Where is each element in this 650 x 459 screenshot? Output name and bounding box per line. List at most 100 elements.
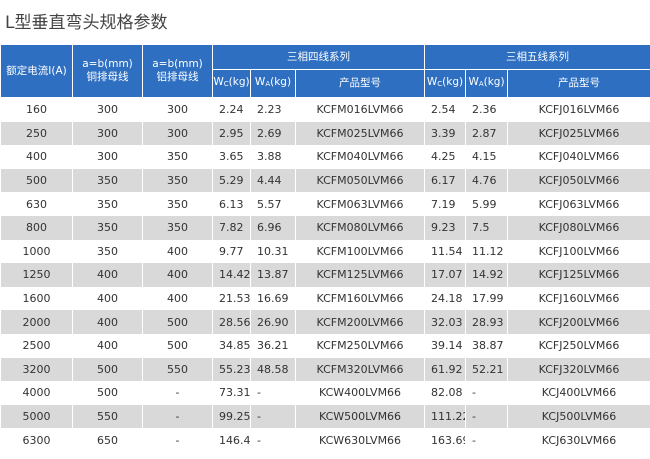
cell-wc-four: 2.24 xyxy=(212,97,251,122)
table-row: 250 300 300 2.95 2.69 KCFM025LVM66 3.39 2.87 KCF… xyxy=(0,121,650,146)
cell-copper: 400 xyxy=(72,333,143,358)
cell-wa-four: 6.96 xyxy=(250,215,296,240)
cell-wa-four: - xyxy=(250,404,296,429)
cell-aluminum: 550 xyxy=(142,357,213,382)
cell-aluminum: 350 xyxy=(142,168,213,193)
header-model-five: 产品型号 xyxy=(507,69,650,98)
cell-wa-five: 7.5 xyxy=(465,215,509,240)
cell-model-five: KCFJ320LVM66 xyxy=(507,357,650,382)
table-row: 800 350 350 7.82 6.96 KCFM080LVM66 9.23 7.5 KCFJ… xyxy=(0,215,650,240)
cell-wc-five: 32.03 xyxy=(424,310,467,334)
cell-model-five: KCJ500LVM66 xyxy=(507,404,650,429)
cell-model-four: KCW500LVM66 xyxy=(294,404,426,429)
header-copper-line1: a=b(mm) xyxy=(82,58,133,70)
cell-aluminum: 400 xyxy=(142,286,213,311)
cell-wc-four: 28.56 xyxy=(212,310,251,334)
cell-wc-five: 82.08 xyxy=(424,381,467,405)
cell-current: 160 xyxy=(0,97,73,122)
cell-model-four: KCW630LVM66 xyxy=(294,428,426,452)
cell-aluminum: 500 xyxy=(142,310,213,334)
cell-model-four: KCFM160LVM66 xyxy=(294,286,426,311)
cell-wc-four: 73.31 xyxy=(212,381,251,405)
cell-aluminum: - xyxy=(142,381,213,405)
cell-current: 1000 xyxy=(0,239,73,264)
cell-current: 2000 xyxy=(0,310,73,334)
table-row: 160 300 300 2.24 2.23 KCFM016LVM66 2.54 2.36 KCF… xyxy=(0,97,650,122)
cell-aluminum: 400 xyxy=(142,239,213,264)
cell-copper: 350 xyxy=(72,192,143,216)
table-row: 3200 500 550 55.23 48.58 KCFM320LVM66 61.92 52.… xyxy=(0,357,650,382)
cell-model-four: KCFM100LVM66 xyxy=(294,239,426,264)
cell-current: 630 xyxy=(0,192,73,216)
header-alum-line2: 铝排母线 xyxy=(156,71,199,83)
cell-copper: 350 xyxy=(72,239,143,264)
cell-model-four: KCFM016LVM66 xyxy=(294,97,426,122)
cell-wa-five: 4.76 xyxy=(465,168,509,193)
cell-model-four: KCW400LVM66 xyxy=(294,381,426,405)
cell-copper: 350 xyxy=(72,215,143,240)
header-wa-four: WA(kg) xyxy=(250,69,296,98)
cell-model-five: KCFJ160LVM66 xyxy=(507,286,650,311)
cell-model-four: KCFM025LVM66 xyxy=(294,121,426,146)
cell-wa-four: - xyxy=(250,428,296,452)
cell-wc-four: 6.13 xyxy=(212,192,251,216)
cell-aluminum: - xyxy=(142,428,213,452)
cell-model-four: KCFM125LVM66 xyxy=(294,263,426,287)
cell-model-five: KCFJ050LVM66 xyxy=(507,168,650,193)
cell-model-four: KCFM050LVM66 xyxy=(294,168,426,193)
cell-aluminum: 350 xyxy=(142,145,213,169)
cell-model-five: KCFJ040LVM66 xyxy=(507,145,650,169)
header-copper-line2: 铜排母线 xyxy=(86,71,129,83)
cell-wc-five: 17.07 xyxy=(424,263,467,287)
cell-wc-five: 6.17 xyxy=(424,168,467,193)
header-current: 额定电流I(A) xyxy=(0,44,73,98)
cell-model-five: KCJ400LVM66 xyxy=(507,381,650,405)
cell-wc-five: 11.54 xyxy=(424,239,467,264)
cell-wc-four: 9.77 xyxy=(212,239,251,264)
cell-wa-four: 4.44 xyxy=(250,168,296,193)
cell-current: 400 xyxy=(0,145,73,169)
cell-current: 1250 xyxy=(0,263,73,287)
cell-wa-four: 10.31 xyxy=(250,239,296,264)
cell-wc-four: 5.29 xyxy=(212,168,251,193)
table-body: 160 300 300 2.24 2.23 KCFM016LVM66 2.54 2.36 KCF… xyxy=(0,97,650,452)
cell-copper: 300 xyxy=(72,145,143,169)
cell-wa-five: 14.92 xyxy=(465,263,509,287)
cell-copper: 550 xyxy=(72,404,143,429)
page-title: L型垂直弯头规格参数 xyxy=(5,13,168,33)
cell-current: 250 xyxy=(0,121,73,146)
cell-wa-four: - xyxy=(250,381,296,405)
cell-copper: 650 xyxy=(72,428,143,452)
cell-wa-four: 48.58 xyxy=(250,357,296,382)
header-copper: a=b(mm) 铜排母线 xyxy=(72,44,143,98)
table-row: 400 300 350 3.65 3.88 KCFM040LVM66 4.25 4.15 KCF… xyxy=(0,145,650,169)
table-row: 2500 400 500 34.85 36.21 KCFM250LVM66 39.14 38.… xyxy=(0,333,650,358)
cell-wa-five: 17.99 xyxy=(465,286,509,311)
cell-wa-five: 28.93 xyxy=(465,310,509,334)
cell-wc-five: 61.92 xyxy=(424,357,467,382)
header-group-four-wire: 三相四线系列 xyxy=(211,44,426,70)
cell-wc-five: 163.69 xyxy=(424,428,467,452)
table-row: 1600 400 400 21.53 16.69 KCFM160LVM66 24.18 17.… xyxy=(0,286,650,311)
cell-copper: 400 xyxy=(72,286,143,311)
cell-wa-five: - xyxy=(465,404,509,429)
cell-aluminum: 350 xyxy=(142,215,213,240)
cell-copper: 350 xyxy=(72,168,143,193)
cell-wc-five: 111.22 xyxy=(424,404,467,429)
cell-wc-four: 3.65 xyxy=(212,145,251,169)
cell-wa-four: 26.90 xyxy=(250,310,296,334)
cell-wc-five: 7.19 xyxy=(424,192,467,216)
table-row: 630 350 350 6.13 5.57 KCFM063LVM66 7.19 5.99 KCF… xyxy=(0,192,650,216)
header-wc-four: WC(kg) xyxy=(212,69,251,98)
cell-wa-five: 2.87 xyxy=(465,121,509,146)
cell-wa-four: 13.87 xyxy=(250,263,296,287)
cell-model-five: KCFJ250LVM66 xyxy=(507,333,650,358)
cell-wc-five: 3.39 xyxy=(424,121,467,146)
table-row: 5000550-99.25-KCW500LVM66111.22-KCJ500LV… xyxy=(0,404,650,429)
cell-aluminum: 300 xyxy=(142,121,213,146)
cell-wc-five: 24.18 xyxy=(424,286,467,311)
cell-current: 5000 xyxy=(0,404,73,429)
cell-wa-five: 38.87 xyxy=(465,333,509,358)
cell-wc-five: 2.54 xyxy=(424,97,467,122)
cell-model-five: KCFJ080LVM66 xyxy=(507,215,650,240)
